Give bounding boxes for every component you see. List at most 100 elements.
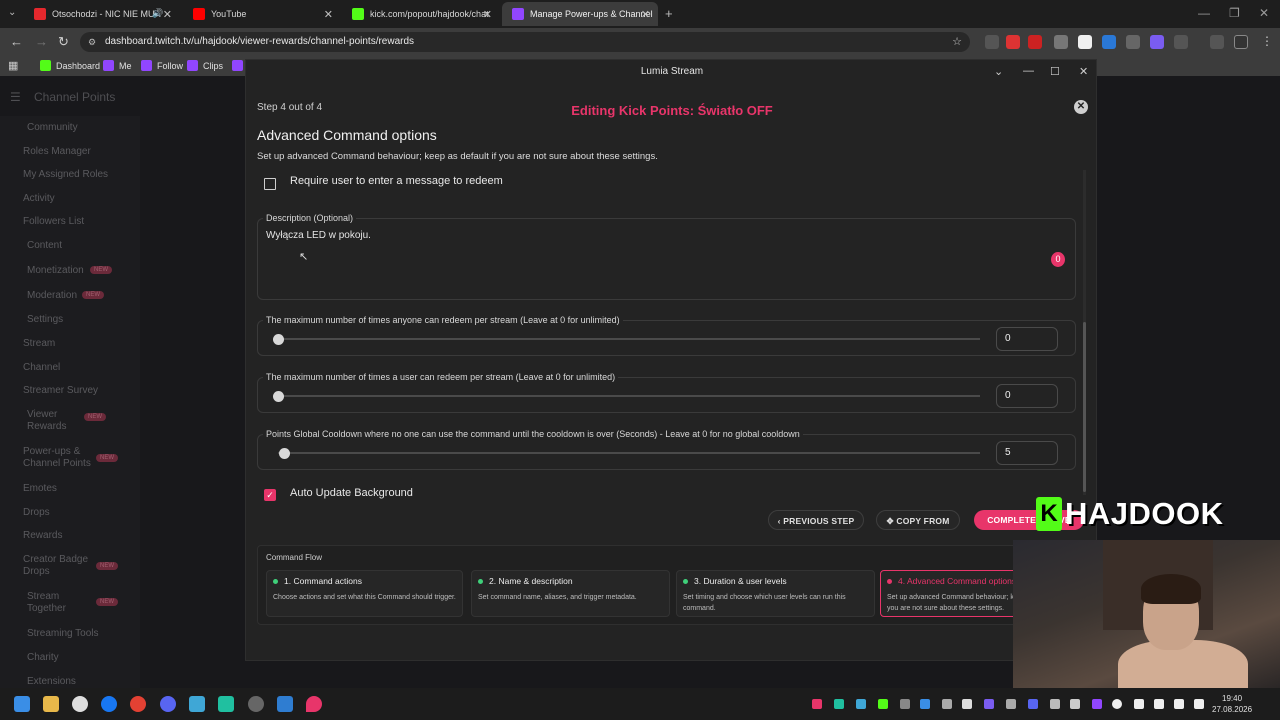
- flow-step-command-actions[interactable]: 1. Command actions Choose actions and se…: [266, 570, 463, 617]
- maximize-icon[interactable]: ☐: [1050, 65, 1060, 78]
- url-field[interactable]: ⚙ dashboard.twitch.tv/u/hajdook/viewer-r…: [80, 32, 970, 52]
- max-redeem-anyone-input[interactable]: 0: [996, 327, 1058, 351]
- sidebar-item-monetization[interactable]: Monetization: [27, 265, 84, 276]
- sidebar-item-stream-together[interactable]: Stream Together: [27, 591, 71, 615]
- sidebar-item-streamer-survey[interactable]: Streamer Survey: [23, 385, 98, 396]
- copy-from-button[interactable]: ✥ COPY FROM: [876, 510, 960, 530]
- forward-icon[interactable]: →: [35, 34, 48, 49]
- maximize-icon[interactable]: ❐: [1229, 6, 1240, 20]
- description-value[interactable]: Wyłącza LED w pokoju.: [266, 230, 371, 241]
- max-redeem-user-slider[interactable]: [278, 395, 980, 397]
- microphone-icon[interactable]: [1154, 699, 1164, 709]
- sidebar-item-viewer-rewards[interactable]: Viewer Rewards: [27, 409, 67, 433]
- twitch-tray-icon[interactable]: [1092, 699, 1102, 709]
- app-icon[interactable]: [277, 696, 293, 712]
- profile-avatar[interactable]: [1234, 35, 1248, 49]
- tab-list-icon[interactable]: ⌄: [8, 7, 16, 18]
- chevron-down-icon[interactable]: ⌄: [994, 65, 1003, 78]
- extension-icon[interactable]: [1006, 35, 1020, 49]
- obs-icon[interactable]: [248, 696, 264, 712]
- tray-icon[interactable]: [984, 699, 994, 709]
- back-icon[interactable]: ←: [10, 34, 23, 49]
- description-field[interactable]: [257, 218, 1076, 300]
- tray-icon[interactable]: [878, 699, 888, 709]
- sidebar-item-followers-list[interactable]: Followers List: [23, 216, 84, 227]
- tray-icon[interactable]: [942, 699, 952, 709]
- tab-otsochodzi[interactable]: Otsochodzi - NIC NIE MUA 🔊 ✕: [24, 2, 180, 26]
- sidebar-item-activity[interactable]: Activity: [23, 193, 55, 204]
- scrollbar-thumb[interactable]: [1083, 322, 1086, 492]
- slider-thumb[interactable]: [278, 448, 290, 459]
- app-icon[interactable]: [189, 696, 205, 712]
- sidebar-item-stream[interactable]: Stream: [23, 338, 55, 349]
- windows-start-icon[interactable]: [14, 696, 30, 712]
- app-icon[interactable]: [218, 696, 234, 712]
- sidebar-item-streaming-tools[interactable]: Streaming Tools: [27, 628, 99, 639]
- tray-icon[interactable]: [1112, 699, 1122, 709]
- shield-icon[interactable]: [1126, 35, 1140, 49]
- chrome-icon[interactable]: [130, 696, 146, 712]
- twitch-extension-icon[interactable]: [1150, 35, 1164, 49]
- sidebar-item-moderation[interactable]: Moderation: [27, 290, 77, 301]
- tray-icon[interactable]: [900, 699, 910, 709]
- taskbar-clock[interactable]: 19:40 27.08.2026: [1212, 693, 1252, 715]
- sidebar-item-content[interactable]: Content: [27, 240, 62, 251]
- extension-icon[interactable]: [1078, 35, 1092, 49]
- close-dialog-icon[interactable]: ✕: [1074, 100, 1088, 114]
- tray-icon[interactable]: [1050, 699, 1060, 709]
- tray-icon[interactable]: [1070, 699, 1080, 709]
- file-explorer-icon[interactable]: [43, 696, 59, 712]
- sidebar-item-charity[interactable]: Charity: [27, 652, 59, 663]
- bookmark-dashboard[interactable]: Dashboard: [40, 60, 100, 71]
- auto-update-checkbox[interactable]: ✓: [264, 489, 276, 501]
- sidebar-item-roles-manager[interactable]: Roles Manager: [23, 146, 91, 157]
- volume-icon[interactable]: [1174, 699, 1184, 709]
- discord-tray-icon[interactable]: [1028, 699, 1038, 709]
- speaker-icon[interactable]: 🔊: [152, 8, 163, 19]
- minimize-icon[interactable]: —: [1023, 65, 1034, 77]
- steam-icon[interactable]: [920, 699, 930, 709]
- tray-icon[interactable]: [962, 699, 972, 709]
- discord-icon[interactable]: [160, 696, 176, 712]
- apps-grid-icon[interactable]: ▦: [8, 59, 18, 72]
- sidebar-item-rewards[interactable]: Rewards: [23, 530, 62, 541]
- flow-step-name-description[interactable]: 2. Name & description Set command name, …: [471, 570, 670, 617]
- minimize-icon[interactable]: —: [1198, 6, 1210, 20]
- tray-icon[interactable]: [812, 699, 822, 709]
- tray-icon[interactable]: [1006, 699, 1016, 709]
- lumia-stream-icon[interactable]: [306, 696, 322, 712]
- extension-icon[interactable]: [985, 35, 999, 49]
- puzzle-icon[interactable]: [1174, 35, 1188, 49]
- require-message-checkbox[interactable]: [264, 178, 276, 190]
- media-control-icon[interactable]: [1210, 35, 1224, 49]
- tab-youtube[interactable]: YouTube ✕: [183, 2, 341, 26]
- reload-icon[interactable]: ↻: [58, 34, 69, 50]
- global-cooldown-input[interactable]: 5: [996, 441, 1058, 465]
- sidebar-item-drops[interactable]: Drops: [23, 507, 50, 518]
- sidebar-item-channel[interactable]: Channel: [23, 362, 60, 373]
- new-tab-icon[interactable]: +: [665, 6, 673, 21]
- bookmark-star-icon[interactable]: ☆: [952, 32, 962, 52]
- tab-kick-chat[interactable]: kick.com/popout/hajdook/chat ✕: [342, 2, 500, 26]
- tab-close-icon[interactable]: ✕: [641, 8, 650, 21]
- close-window-icon[interactable]: ✕: [1259, 6, 1269, 20]
- sidebar-item-settings[interactable]: Settings: [27, 314, 63, 325]
- flow-step-duration-user-levels[interactable]: 3. Duration & user levels Set timing and…: [676, 570, 875, 617]
- sidebar-item-creator-badge-drops[interactable]: Creator Badge Drops: [23, 554, 93, 578]
- tray-icon[interactable]: [856, 699, 866, 709]
- tab-twitch-manage[interactable]: Manage Power-ups & Channel ✕: [502, 2, 658, 26]
- network-icon[interactable]: [1134, 699, 1144, 709]
- sidebar-item-extensions[interactable]: Extensions: [27, 676, 76, 687]
- extension-icon[interactable]: [1102, 35, 1116, 49]
- bookmark-follow[interactable]: Follow: [141, 60, 183, 71]
- sidebar-item-power-ups[interactable]: Power-ups & Channel Points: [23, 446, 95, 470]
- google-icon[interactable]: [72, 696, 88, 712]
- slider-thumb[interactable]: [273, 391, 284, 402]
- twitch-icon[interactable]: [232, 60, 243, 71]
- sidebar-item-my-assigned-roles[interactable]: My Assigned Roles: [23, 169, 108, 180]
- tab-close-icon[interactable]: ✕: [324, 8, 333, 21]
- max-redeem-anyone-slider[interactable]: [278, 338, 980, 340]
- hamburger-icon[interactable]: ☰: [10, 90, 21, 104]
- facebook-icon[interactable]: [101, 696, 117, 712]
- sidebar-item-emotes[interactable]: Emotes: [23, 483, 57, 494]
